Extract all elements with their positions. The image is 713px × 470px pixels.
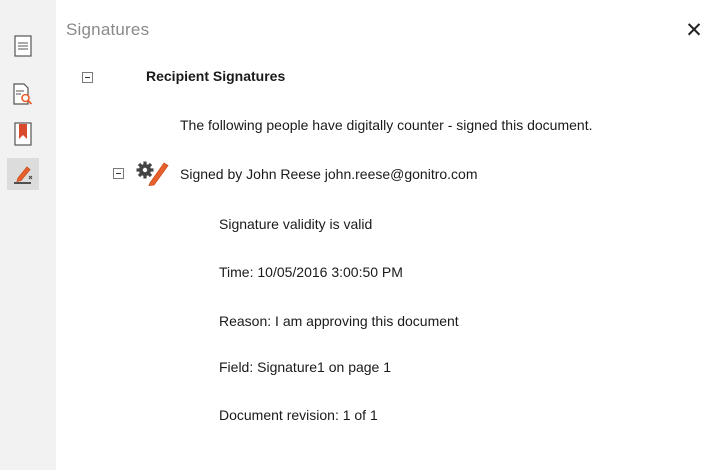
close-button[interactable]: ✕ <box>683 18 705 42</box>
recipient-signatures-description: The following people have digitally coun… <box>180 117 593 133</box>
search-button[interactable] <box>7 78 39 110</box>
signature-validity: Signature validity is valid <box>219 216 373 232</box>
document-revision: Document revision: 1 of 1 <box>219 407 378 423</box>
signature-time: Time: 10/05/2016 3:00:50 PM <box>219 264 403 280</box>
signatures-button[interactable] <box>7 158 39 190</box>
close-icon: ✕ <box>685 18 703 42</box>
page-search-icon <box>13 83 33 105</box>
recipient-signatures-heading: Recipient Signatures <box>146 68 286 84</box>
page-thumbnails-button[interactable] <box>7 30 39 62</box>
signature-settings-icon <box>136 160 174 191</box>
bookmark-icon <box>14 122 32 146</box>
page-icon <box>14 35 32 57</box>
signature-field: Field: Signature1 on page 1 <box>219 359 392 375</box>
signer-label[interactable]: Signed by John Reese john.reese@gonitro.… <box>180 166 478 182</box>
signatures-app: Signatures ✕ Recipient Signatures The fo… <box>0 0 713 470</box>
collapse-signer-toggle[interactable] <box>113 168 124 179</box>
bookmarks-button[interactable] <box>7 118 39 150</box>
signature-reason: Reason: I am approving this document <box>219 313 459 329</box>
left-toolbar <box>0 0 56 470</box>
panel-title: Signatures <box>66 20 150 39</box>
signature-pen-icon <box>12 163 34 185</box>
signatures-panel: Signatures ✕ Recipient Signatures The fo… <box>56 0 713 470</box>
collapse-recipient-signatures-toggle[interactable] <box>82 72 93 83</box>
